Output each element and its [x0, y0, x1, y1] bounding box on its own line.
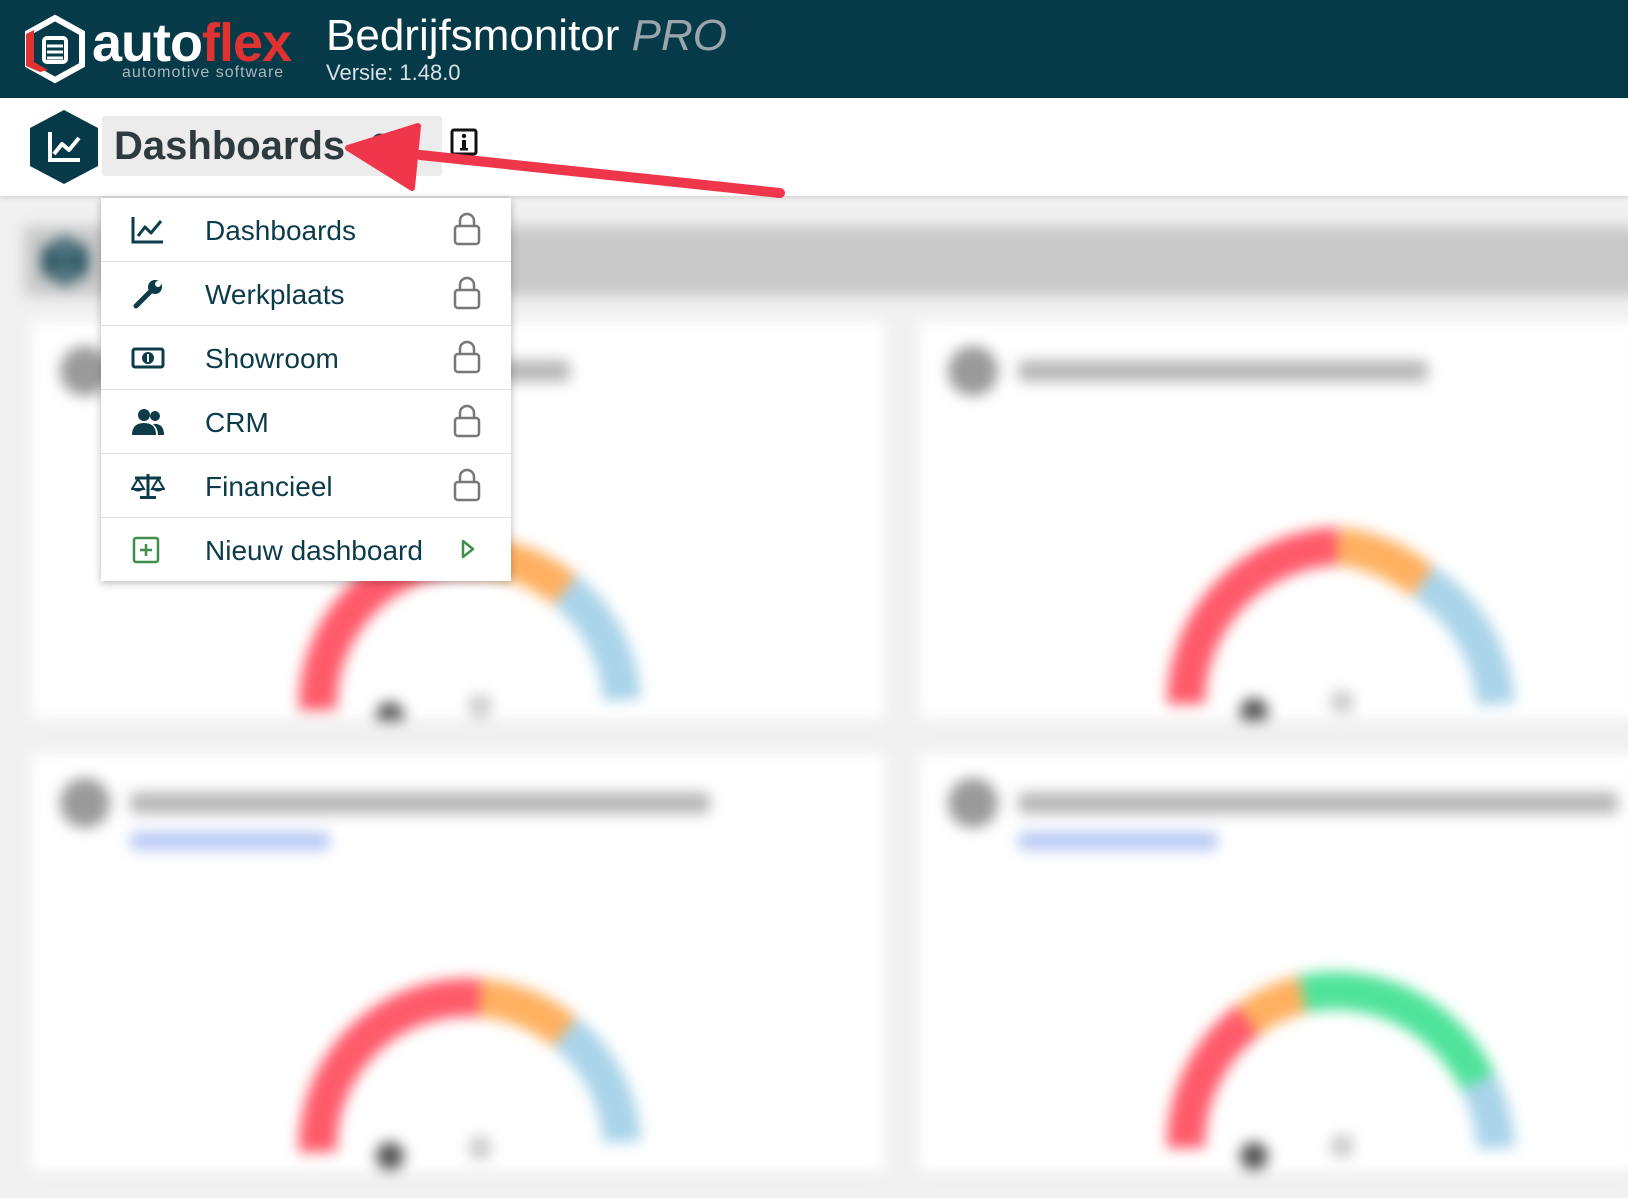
lock-icon — [453, 212, 481, 246]
app-title: Bedrijfsmonitor PRO — [326, 10, 727, 62]
menu-item-label: Nieuw dashboard — [205, 535, 423, 566]
users-icon — [132, 409, 164, 435]
menu-item-nieuw-dashboard[interactable]: Nieuw dashboard — [101, 518, 511, 581]
menu-item-label: Showroom — [205, 343, 339, 374]
gauge-chart — [298, 978, 641, 1170]
lock-icon — [453, 404, 481, 438]
app-title-suffix: PRO — [631, 11, 728, 60]
chevron-right-icon — [461, 539, 475, 559]
dashboard-menu: Dashboards Werkplaats Showroom CRM Finan… — [101, 198, 511, 581]
dashboard-card — [30, 752, 886, 1172]
menu-item-label: Dashboards — [205, 215, 356, 246]
gauge-chart — [1166, 971, 1515, 1170]
menu-item-werkplaats[interactable]: Werkplaats — [101, 262, 511, 326]
menu-item-crm[interactable]: CRM — [101, 390, 511, 454]
chart-line-icon — [30, 110, 98, 184]
chart-line-icon — [131, 217, 163, 244]
lock-icon — [453, 276, 481, 310]
plus-square-icon — [132, 536, 160, 564]
logo-hex-icon — [25, 14, 85, 84]
menu-item-label: CRM — [205, 407, 269, 438]
page-bar: Dashboards — [0, 98, 1628, 196]
wrench-icon — [133, 280, 162, 309]
menu-item-label: Financieel — [205, 471, 333, 502]
dashboard-selector-label: Dashboards — [114, 124, 346, 168]
dashboard-card — [918, 752, 1628, 1172]
menu-item-financieel[interactable]: Financieel — [101, 454, 511, 518]
autoflex-logo: autoflex automotive software — [20, 14, 310, 84]
money-bill-icon — [131, 347, 165, 369]
menu-item-showroom[interactable]: Showroom — [101, 326, 511, 390]
app-version: Versie: 1.48.0 — [326, 60, 461, 85]
dashboard-card — [918, 320, 1628, 720]
top-bar: autoflex automotive software Bedrijfsmon… — [0, 0, 1628, 98]
info-icon[interactable] — [450, 128, 478, 156]
menu-item-dashboards[interactable]: Dashboards — [101, 198, 511, 262]
app-title-text: Bedrijfsmonitor — [326, 11, 620, 60]
building-icon — [43, 237, 87, 285]
lock-icon — [453, 340, 481, 374]
menu-item-label: Werkplaats — [205, 279, 345, 310]
balance-scale-icon — [131, 474, 165, 499]
logo-subtitle: automotive software — [122, 64, 285, 81]
gauge-chart — [1167, 527, 1515, 720]
lock-icon — [453, 468, 481, 502]
dashboard-selector[interactable]: Dashboards — [102, 116, 442, 176]
caret-down-icon — [371, 133, 396, 156]
